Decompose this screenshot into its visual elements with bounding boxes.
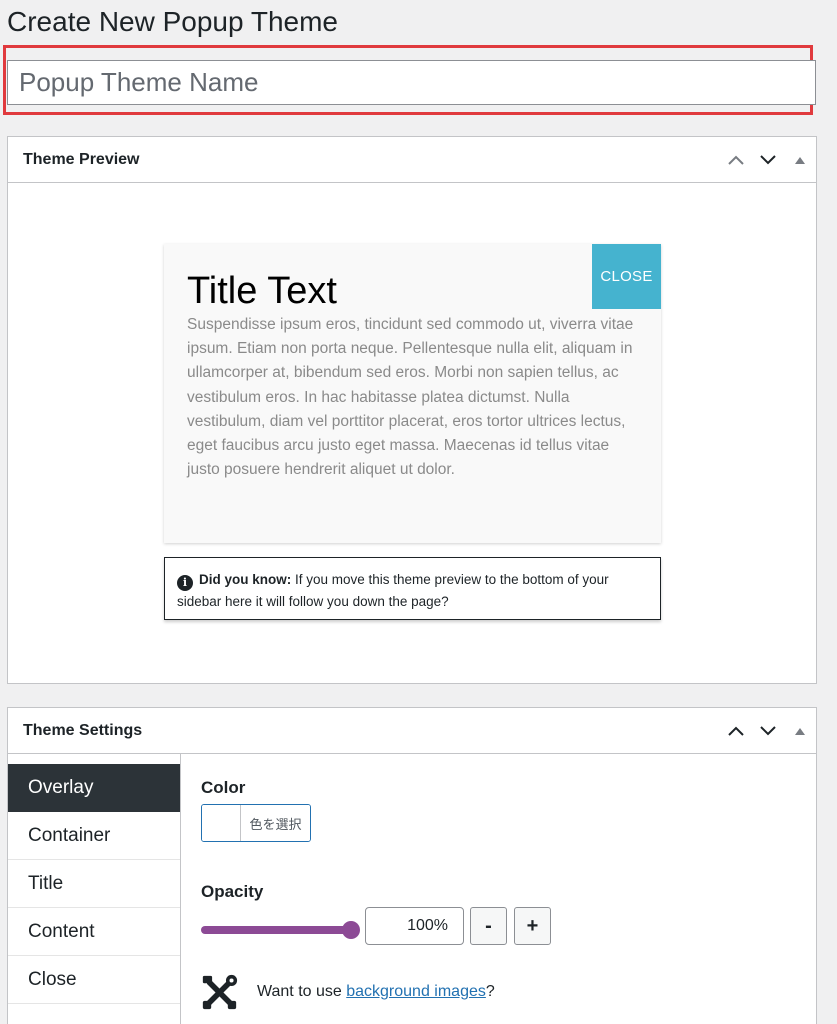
color-picker-button[interactable]: 色を選択 [201, 804, 311, 842]
tab-container[interactable]: Container [8, 812, 180, 860]
opacity-decrease-button[interactable]: - [470, 907, 507, 945]
theme-name-input[interactable] [7, 60, 816, 105]
move-up-button[interactable] [720, 708, 752, 753]
popup-title: Title Text [187, 270, 337, 312]
color-label: Color [201, 778, 246, 797]
page-title: Create New Popup Theme [7, 6, 338, 37]
popup-preview: Title Text Suspendisse ipsum eros, tinci… [164, 244, 661, 543]
background-images-link[interactable]: background images [346, 983, 486, 1000]
bg-suffix-text: ? [485, 983, 495, 1000]
opacity-slider[interactable] [201, 920, 361, 940]
theme-settings-box: Theme Settings Overlay Container Title C… [7, 707, 817, 1024]
tab-close[interactable]: Close [8, 956, 180, 1004]
theme-preview-header: Theme Preview [8, 137, 816, 183]
popup-content: Suspendisse ipsum eros, tincidunt sed co… [187, 316, 634, 479]
chevron-down-icon [760, 725, 776, 735]
theme-settings-body: Overlay Container Title Content Close Co… [8, 754, 816, 1024]
color-picker-text: 色を選択 [241, 805, 310, 841]
chevron-up-icon [728, 155, 744, 165]
theme-preview-title: Theme Preview [23, 150, 140, 168]
theme-preview-handle-actions [720, 137, 816, 182]
background-images-text: Want to use background images? [257, 983, 495, 1001]
theme-preview-body: Title Text Suspendisse ipsum eros, tinci… [8, 183, 816, 683]
theme-settings-title: Theme Settings [23, 721, 143, 739]
tab-overlay[interactable]: Overlay [8, 764, 180, 812]
info-icon: i [177, 575, 193, 591]
popup-close-button[interactable]: CLOSE [592, 244, 661, 309]
background-images-row: Want to use background images? [201, 972, 495, 1012]
opacity-increase-button[interactable]: + [514, 907, 551, 945]
theme-settings-header: Theme Settings [8, 708, 816, 754]
move-up-button[interactable] [720, 137, 752, 182]
move-down-button[interactable] [752, 708, 784, 753]
tools-icon [202, 974, 238, 1009]
bg-prefix-text: Want to use [257, 983, 347, 1000]
move-down-button[interactable] [752, 137, 784, 182]
theme-preview-box: Theme Preview Title Text Suspendisse ips… [7, 136, 817, 684]
toggle-arrow-icon [795, 156, 805, 164]
toggle-panel-button[interactable] [784, 137, 816, 182]
opacity-slider-track [201, 926, 353, 934]
tab-title[interactable]: Title [8, 860, 180, 908]
chevron-down-icon [760, 154, 776, 164]
opacity-label: Opacity [201, 882, 264, 901]
toggle-arrow-icon [795, 727, 805, 735]
theme-settings-handle-actions [720, 708, 816, 753]
color-swatch [202, 805, 241, 841]
chevron-up-icon [728, 726, 744, 736]
toggle-panel-button[interactable] [784, 708, 816, 753]
tab-content[interactable]: Content [8, 908, 180, 956]
settings-tabs: Overlay Container Title Content Close [8, 754, 181, 1024]
did-you-know-notice: i Did you know: If you move this theme pr… [164, 557, 661, 620]
notice-bold-text: Did you know: [199, 572, 292, 587]
opacity-input[interactable] [365, 907, 464, 945]
opacity-slider-thumb[interactable] [342, 921, 360, 939]
